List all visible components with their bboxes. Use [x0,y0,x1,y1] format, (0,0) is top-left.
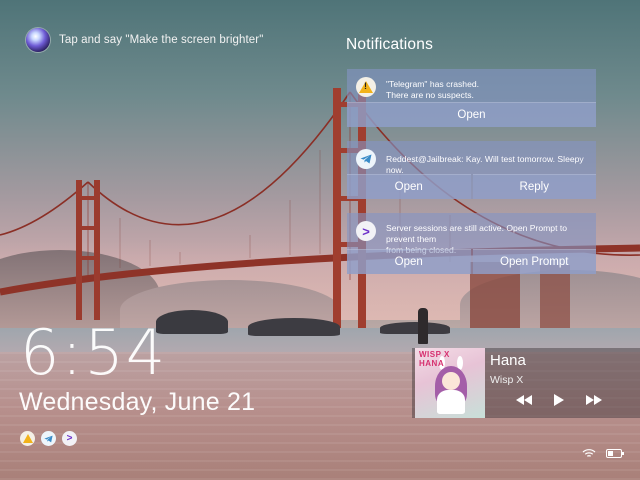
fast-forward-icon [594,395,602,405]
now-playing-widget[interactable]: WISP X HANA Hana Wisp X [412,348,640,418]
notification-text: "Telegram" has crashed. There are no sus… [386,77,479,101]
fast-forward-icon [586,395,594,405]
wallpaper-person [418,308,428,344]
notification-text-line: There are no suspects. [386,90,474,100]
prompt-icon: > [62,431,77,446]
open-button[interactable]: Open [347,102,596,127]
wifi-icon [582,449,596,457]
telegram-icon [356,149,376,169]
play-button[interactable] [554,394,564,406]
lockscreen-date: Wednesday, June 21 [19,388,256,416]
notification-body: "Telegram" has crashed. There are no sus… [347,69,596,102]
wallpaper-rock [380,322,450,334]
telegram-icon [41,431,56,446]
notification-card[interactable]: "Telegram" has crashed. There are no sus… [347,69,596,127]
notification-actions: Open [347,102,596,127]
fast-forward-button[interactable] [586,395,602,405]
siri-orb-icon[interactable] [26,28,50,52]
warning-icon [20,431,35,446]
notification-card[interactable]: Reddest@Jailbreak: Kay. Will test tomorr… [347,141,596,199]
warning-icon [356,77,376,97]
notification-text: Reddest@Jailbreak: Kay. Will test tomorr… [386,149,586,176]
open-button[interactable]: Open [347,174,471,199]
lockscreen-time: 6:54 [20,316,168,389]
status-indicators [582,447,624,459]
battery-level [608,450,613,456]
notification-text-line: Server sessions are still active. Open P… [386,223,568,244]
rewind-icon [524,395,532,405]
track-title: Hana [490,352,526,369]
prompt-icon: > [356,221,376,241]
play-icon [554,394,564,406]
album-art-face [442,372,460,390]
album-art-title: WISP X HANA [419,350,450,368]
reply-button[interactable]: Reply [472,174,596,199]
playback-controls [516,394,602,406]
notifications-title: Notifications [346,36,434,53]
open-button[interactable]: Open [347,249,471,274]
notification-card[interactable]: > Server sessions are still active. Open… [347,213,596,274]
track-artist: Wisp X [490,374,524,386]
rewind-button[interactable] [516,395,532,405]
pending-notification-icons: > [20,431,77,446]
notification-actions: Open Reply [347,174,596,199]
siri-hint-text: Tap and say "Make the screen brighter" [59,34,264,46]
battery-icon [606,448,624,458]
notification-text-line: "Telegram" has crashed. [386,79,480,89]
album-art: WISP X HANA [415,348,485,418]
notification-body: Reddest@Jailbreak: Kay. Will test tomorr… [347,141,596,176]
rewind-icon [516,395,524,405]
siri-hint[interactable]: Tap and say "Make the screen brighter" [26,28,263,52]
wallpaper-rock [248,318,340,336]
notification-text-line: Reddest@Jailbreak: Kay. Will test tomorr… [386,154,584,175]
open-prompt-button[interactable]: Open Prompt [472,249,596,274]
album-art-dress [437,390,465,414]
notification-body: > Server sessions are still active. Open… [347,213,596,255]
